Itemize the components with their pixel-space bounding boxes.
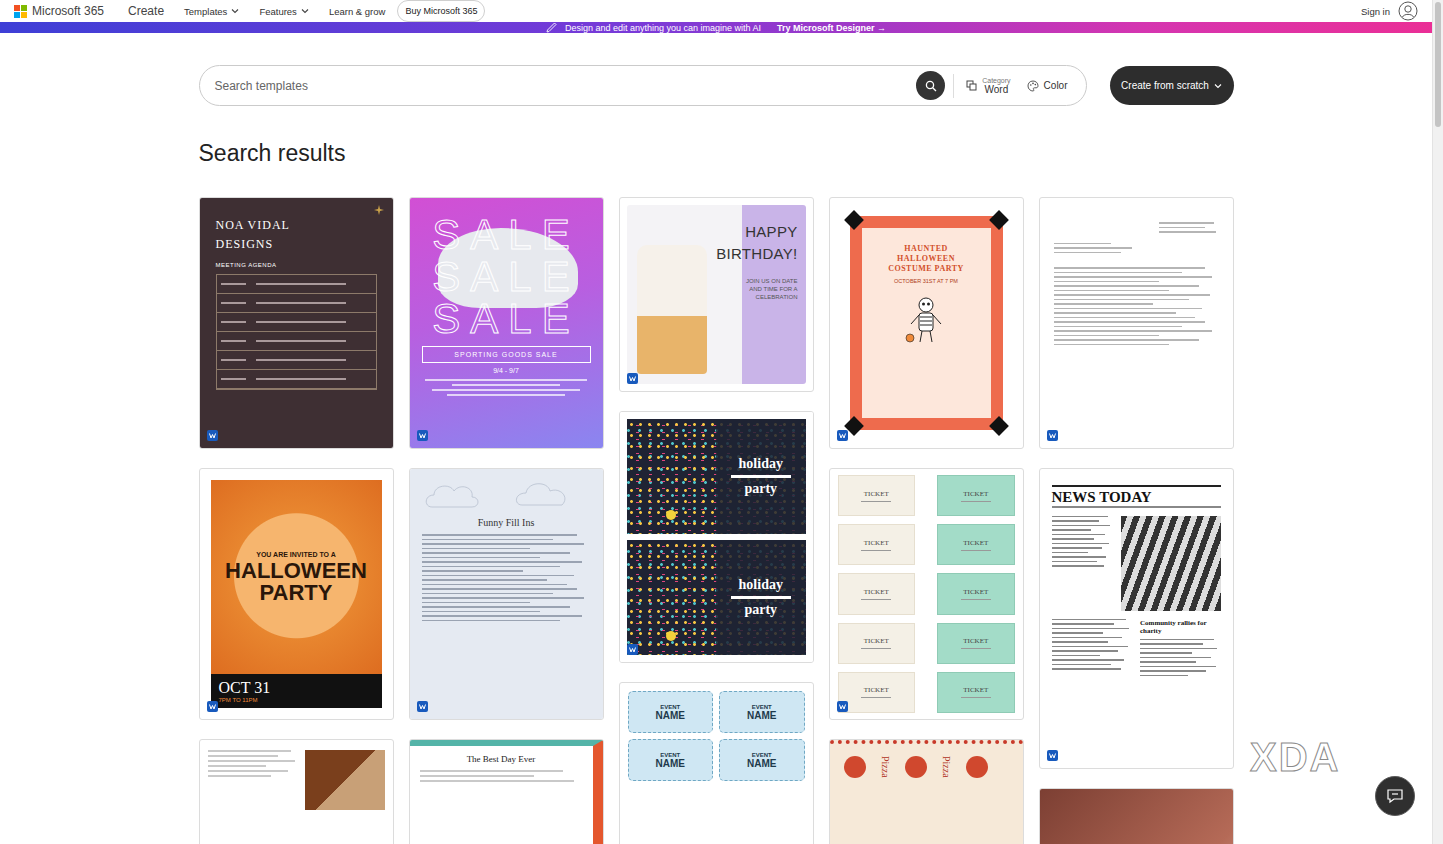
nav-link[interactable]: Features bbox=[259, 6, 309, 17]
word-file-icon bbox=[207, 701, 218, 712]
template-card[interactable]: NEWS TODAY Community rallies for charity bbox=[1039, 468, 1234, 769]
chat-icon bbox=[1386, 787, 1404, 805]
chevron-down-icon bbox=[301, 7, 309, 15]
banner-text: Design and edit anything you can imagine… bbox=[565, 23, 761, 33]
word-file-icon bbox=[837, 701, 848, 712]
microsoft-logo-icon[interactable] bbox=[14, 5, 27, 18]
template-card[interactable]: YOU ARE INVITED TO A HALLOWEEN PARTY OCT… bbox=[199, 468, 394, 720]
scrollbar-thumb[interactable] bbox=[1435, 2, 1441, 127]
nav-link[interactable]: Templates bbox=[184, 6, 239, 17]
template-column: HAPPY BIRTHDAY! JOIN US ON DATE AND TIME… bbox=[619, 197, 814, 844]
clouds-icon bbox=[422, 477, 592, 513]
word-file-icon bbox=[627, 373, 638, 384]
template-column: NEWS TODAY Community rallies for charity bbox=[1039, 197, 1234, 844]
template-card[interactable]: holiday party holiday party bbox=[619, 411, 814, 663]
template-card[interactable]: TICKET TICKET TICKET TICKET TICKET TICKE… bbox=[829, 468, 1024, 720]
avatar-icon[interactable] bbox=[1398, 1, 1418, 21]
word-file-icon bbox=[1047, 430, 1058, 441]
category-icon bbox=[966, 80, 977, 91]
word-file-icon bbox=[627, 644, 638, 655]
template-card[interactable] bbox=[1039, 788, 1234, 844]
word-file-icon bbox=[417, 701, 428, 712]
word-file-icon bbox=[837, 430, 848, 441]
chat-button[interactable] bbox=[1375, 776, 1415, 816]
palette-icon bbox=[1027, 80, 1039, 92]
word-file-icon bbox=[207, 430, 218, 441]
brand[interactable]: Microsoft 365 bbox=[14, 4, 104, 18]
search-icon bbox=[925, 80, 937, 92]
template-card[interactable] bbox=[199, 739, 394, 844]
template-card[interactable]: The Best Day Ever bbox=[409, 739, 604, 844]
template-card[interactable]: HAPPY BIRTHDAY! JOIN US ON DATE AND TIME… bbox=[619, 197, 814, 392]
scrollbar[interactable] bbox=[1432, 0, 1443, 844]
create-from-scratch-button[interactable]: Create from scratch bbox=[1110, 66, 1234, 105]
nav-links: Create Templates Features Learn & grow B… bbox=[128, 0, 485, 22]
word-file-icon bbox=[1047, 750, 1058, 761]
star-decoration-icon bbox=[357, 204, 387, 218]
page: Microsoft 365 Create Templates Features … bbox=[0, 0, 1443, 844]
template-card[interactable]: Pizza Pizza bbox=[829, 739, 1024, 844]
promo-banner: Design and edit anything you can imagine… bbox=[0, 22, 1432, 33]
search-button[interactable] bbox=[916, 71, 945, 100]
search-row: Search templates Category Word Color Cre… bbox=[199, 65, 1234, 106]
search-input[interactable]: Search templates bbox=[215, 79, 909, 93]
content: Search templates Category Word Color Cre… bbox=[199, 33, 1234, 844]
buy-button[interactable]: Buy Microsoft 365 bbox=[397, 0, 485, 22]
template-card[interactable] bbox=[1039, 197, 1234, 449]
template-column: HAUNTED HALLOWEEN COSTUME PARTY OCTOBER … bbox=[829, 197, 1024, 844]
chevron-down-icon bbox=[231, 7, 239, 15]
skeleton-icon bbox=[901, 294, 951, 344]
template-card[interactable]: EVENT NAMEEVENT NAMEEVENT NAMEEVENT NAME bbox=[619, 682, 814, 844]
cupcake-photo bbox=[637, 245, 707, 374]
template-card[interactable]: HAUNTED HALLOWEEN COSTUME PARTY OCTOBER … bbox=[829, 197, 1024, 449]
template-card[interactable]: SALESALESALE SPORTING GOODS SALE 9/4 - 9… bbox=[409, 197, 604, 449]
template-grid: NOA VIDAL DESIGNS MEETING AGENDA YOU ARE… bbox=[199, 197, 1234, 844]
word-file-icon bbox=[417, 430, 428, 441]
category-filter[interactable]: Category Word bbox=[962, 77, 1014, 95]
template-column: SALESALESALE SPORTING GOODS SALE 9/4 - 9… bbox=[409, 197, 604, 844]
pen-icon bbox=[546, 22, 557, 33]
watermark: XDA bbox=[1250, 735, 1340, 780]
nav-link[interactable]: Create bbox=[128, 4, 164, 18]
sign-in[interactable]: Sign in bbox=[1361, 1, 1418, 21]
main-area: Microsoft 365 Create Templates Features … bbox=[0, 0, 1432, 844]
template-card[interactable]: Funny Fill Ins bbox=[409, 468, 604, 720]
results-heading: Search results bbox=[199, 139, 1234, 167]
template-card[interactable]: NOA VIDAL DESIGNS MEETING AGENDA bbox=[199, 197, 394, 449]
template-column: NOA VIDAL DESIGNS MEETING AGENDA YOU ARE… bbox=[199, 197, 394, 844]
nav-link[interactable]: Learn & grow bbox=[329, 6, 386, 17]
top-nav: Microsoft 365 Create Templates Features … bbox=[0, 0, 1432, 22]
crosswalk-photo bbox=[1121, 516, 1221, 611]
color-filter[interactable]: Color bbox=[1023, 80, 1072, 92]
chevron-down-icon bbox=[1214, 82, 1222, 90]
search-box[interactable]: Search templates Category Word Color bbox=[199, 65, 1087, 106]
designer-link[interactable]: Try Microsoft Designer → bbox=[777, 23, 886, 33]
